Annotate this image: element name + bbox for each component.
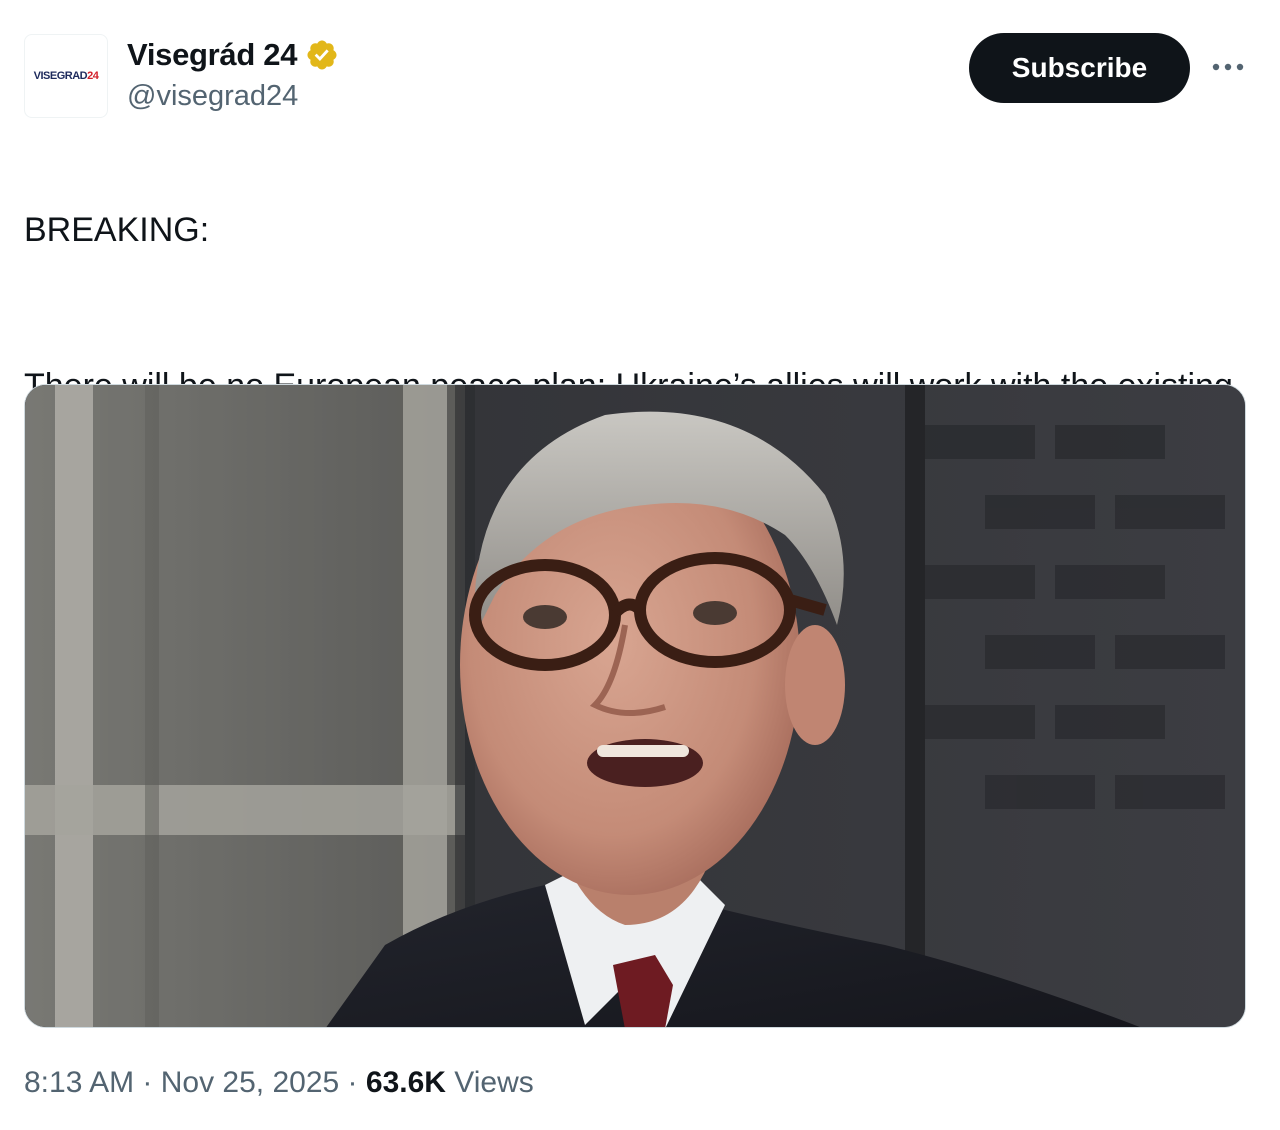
avatar-logo: VISEGRAD 24 <box>34 70 99 82</box>
meta-separator-2: · <box>339 1066 366 1099</box>
tweet-time[interactable]: 8:13 AM <box>24 1066 134 1100</box>
tweet-meta: 8:13 AM · Nov 25, 2025 · 63.6K Views <box>24 1066 534 1100</box>
display-name-row[interactable]: Visegrád 24 <box>127 34 339 76</box>
more-horizontal-icon[interactable] <box>1208 52 1248 82</box>
tweet-photo[interactable] <box>24 384 1246 1028</box>
meta-separator-1: · <box>134 1066 161 1099</box>
tweet-paragraph-breaking: BREAKING: <box>24 211 210 249</box>
views-label: Views <box>445 1066 534 1099</box>
verified-gold-badge-icon <box>305 38 339 72</box>
handle[interactable]: @visegrad24 <box>127 80 298 113</box>
avatar-logo-main: VISEGRAD <box>33 70 88 82</box>
avatar[interactable]: VISEGRAD 24 <box>24 34 108 118</box>
display-name[interactable]: Visegrád 24 <box>127 37 297 73</box>
avatar-logo-accent: 24 <box>87 70 99 82</box>
views-count: 63.6K <box>365 1066 446 1099</box>
subscribe-button[interactable]: Subscribe <box>969 33 1190 103</box>
tweet-date[interactable]: Nov 25, 2025 <box>161 1066 339 1100</box>
